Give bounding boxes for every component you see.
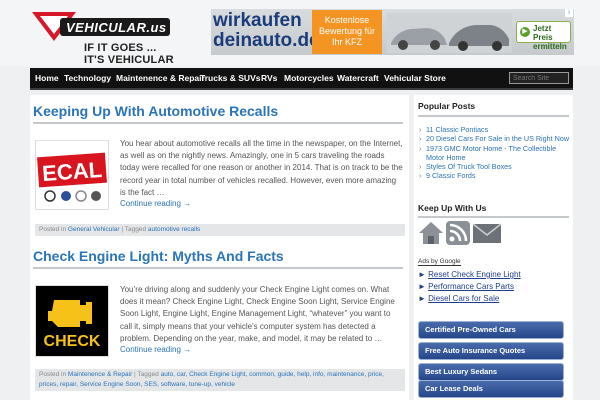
search-input[interactable] bbox=[509, 72, 569, 84]
ad-link-marker: ► bbox=[418, 294, 426, 303]
popular-post-link[interactable]: 11 Classic Pontiacs bbox=[418, 125, 569, 135]
popular-posts-list: 11 Classic Pontiacs 20 Diesel Cars For S… bbox=[418, 125, 569, 181]
meta-tagged-label: | Tagged bbox=[119, 226, 148, 233]
sidebar: Popular Posts 11 Classic Pontiacs 20 Die… bbox=[414, 95, 573, 400]
nav-watercraft[interactable]: Watercraft bbox=[337, 68, 379, 88]
post-meta-recalls: Posted in General Vehicular | Tagged aut… bbox=[35, 224, 405, 236]
meta-tags-link[interactable]: automotive recalls bbox=[148, 226, 200, 233]
ad-link-text: Performance Cars Parts bbox=[428, 282, 514, 291]
main-content: Keeping Up With Automotive Recalls ECAL … bbox=[30, 95, 409, 400]
ad-cta-line2: ermitteln bbox=[533, 42, 567, 51]
ad-link-marker: ► bbox=[418, 282, 426, 291]
post-title-check-engine[interactable]: Check Engine Light: Myths And Facts bbox=[33, 248, 284, 264]
ad-offer-line1: Kostenlose bbox=[324, 15, 370, 25]
nav-motorcycles[interactable]: Motorcycles bbox=[284, 68, 334, 88]
recall-image-text: ECAL bbox=[41, 157, 102, 186]
ad-link[interactable]: ► Diesel Cars for Sale bbox=[418, 293, 570, 305]
nav-trucks-suvs[interactable]: Trucks & SUVs bbox=[200, 68, 260, 88]
continue-reading-check-engine[interactable]: Continue reading → bbox=[120, 345, 191, 354]
ad-links-list: ► Reset Check Engine Light ► Performance… bbox=[418, 269, 570, 305]
keep-up-title: Keep Up With Us bbox=[418, 203, 487, 213]
ad-link[interactable]: ► Reset Check Engine Light bbox=[418, 269, 570, 281]
post-excerpt-recalls: You hear about automotive recalls all th… bbox=[120, 139, 403, 197]
check-engine-image: CHECK bbox=[36, 286, 108, 356]
nav-technology[interactable]: Technology bbox=[64, 68, 111, 88]
widget-divider bbox=[418, 216, 569, 218]
post-excerpt-check-engine: You’re driving along and suddenly your C… bbox=[120, 285, 395, 343]
meta-category-link[interactable]: Maintenence & Repair bbox=[68, 371, 132, 378]
car-lease-button[interactable]: Car Lease Deals bbox=[418, 380, 564, 398]
site-logo[interactable]: VEHICULAR.us IF IT GOES ... IT'S VEHICUL… bbox=[30, 8, 175, 66]
popular-post-link[interactable]: 20 Diesel Cars For Sale in the US Right … bbox=[418, 134, 569, 144]
ad-cars-image bbox=[387, 13, 512, 53]
popular-post-link[interactable]: Styles Of Truck Tool Boxes bbox=[418, 162, 569, 172]
ad-banner[interactable]: wirkaufen deinauto.de Kostenlose Bewertu… bbox=[211, 9, 574, 55]
main-nav: Home Technology Maintenence & Repair Tru… bbox=[30, 68, 573, 90]
ad-brand-line2: deinauto.de bbox=[213, 30, 320, 51]
post-meta-check-engine: Posted in Maintenence & Repair | Tagged … bbox=[35, 369, 405, 391]
continue-reading-recalls[interactable]: Continue reading → bbox=[120, 199, 191, 208]
post-thumbnail-check-engine[interactable]: CHECK bbox=[35, 285, 109, 357]
play-arrow-icon: ▶ bbox=[520, 27, 530, 37]
ad-link-text: Reset Check Engine Light bbox=[428, 270, 521, 279]
meta-posted-label: Posted in bbox=[39, 371, 68, 378]
recall-image: ECAL bbox=[36, 141, 108, 209]
auto-insurance-button[interactable]: Free Auto Insurance Quotes bbox=[418, 342, 564, 360]
meta-category-link[interactable]: General Vehicular bbox=[68, 226, 120, 233]
ad-info-icon[interactable]: i bbox=[565, 9, 573, 17]
nav-vehicular-store[interactable]: Vehicular Store bbox=[384, 68, 446, 88]
logo-text: VEHICULAR.us bbox=[66, 20, 167, 35]
ad-cta-button[interactable]: ▶ Jetzt Preis ermitteln bbox=[516, 21, 571, 51]
ads-by-google[interactable]: Ads by Google bbox=[418, 258, 461, 266]
ad-offer-box: Kostenlose Bewertung für Ihr KFZ bbox=[312, 10, 382, 54]
ad-offer-line2: Bewertung für bbox=[318, 26, 376, 36]
nav-rvs[interactable]: RVs bbox=[261, 68, 277, 88]
ad-cta-line1: Jetzt Preis bbox=[533, 24, 553, 42]
logo-tagline-2: IT'S VEHICULAR bbox=[84, 54, 174, 66]
ad-offer-line3: Ihr KFZ bbox=[331, 37, 362, 47]
luxury-sedans-button[interactable]: Best Luxury Sedans bbox=[418, 363, 564, 381]
widget-divider bbox=[418, 115, 569, 117]
nav-maintenance-repair[interactable]: Maintenence & Repair bbox=[116, 68, 205, 88]
certified-pre-owned-button[interactable]: Certified Pre-Owned Cars bbox=[418, 321, 564, 339]
home-icon[interactable] bbox=[418, 221, 444, 245]
ad-link-marker: ► bbox=[418, 270, 426, 279]
ad-link[interactable]: ► Performance Cars Parts bbox=[418, 281, 570, 293]
email-icon[interactable] bbox=[472, 221, 502, 245]
title-divider bbox=[33, 267, 403, 269]
ad-brand: wirkaufen deinauto.de bbox=[213, 11, 320, 51]
logo-tagline-1: IF IT GOES ... bbox=[84, 42, 157, 54]
site-header: VEHICULAR.us IF IT GOES ... IT'S VEHICUL… bbox=[0, 0, 600, 66]
ad-link-text: Diesel Cars for Sale bbox=[428, 294, 500, 303]
popular-posts-title: Popular Posts bbox=[418, 101, 476, 111]
title-divider bbox=[33, 122, 403, 124]
meta-tagged-label: | Tagged bbox=[132, 371, 161, 378]
popular-post-link[interactable]: 9 Classic Fords bbox=[418, 171, 569, 181]
check-engine-image-text: CHECK bbox=[44, 333, 101, 350]
ad-brand-line1: wirkaufen bbox=[213, 10, 302, 31]
popular-post-link[interactable]: 1973 GMC Motor Home - The Collectible Mo… bbox=[418, 144, 569, 163]
rss-icon[interactable] bbox=[446, 221, 470, 245]
post-title-recalls[interactable]: Keeping Up With Automotive Recalls bbox=[33, 103, 278, 119]
nav-home[interactable]: Home bbox=[35, 68, 59, 88]
post-thumbnail-recalls[interactable]: ECAL bbox=[35, 140, 109, 210]
meta-posted-label: Posted in bbox=[39, 226, 68, 233]
